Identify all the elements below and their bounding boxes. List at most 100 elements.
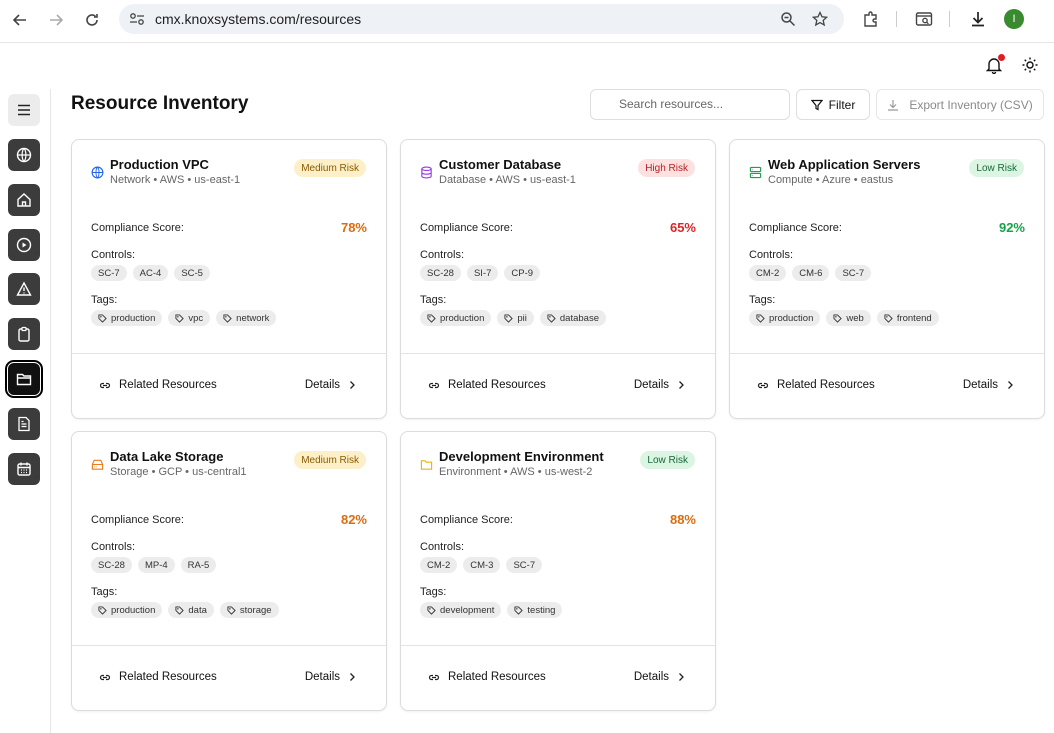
tags-list: development testing [420, 602, 563, 618]
card-divider [401, 353, 715, 354]
file-report-icon[interactable] [8, 408, 40, 440]
tag-chip: vpc [168, 310, 211, 326]
theme-toggle-sun-icon[interactable] [1021, 56, 1039, 74]
resource-subtitle: Environment • AWS • us-west-2 [439, 466, 593, 478]
compliance-score-value: 92% [998, 220, 1025, 235]
export-csv-button[interactable]: Export Inventory (CSV) [876, 89, 1044, 120]
bookmark-star-icon[interactable] [812, 11, 828, 27]
tag-label: pii [517, 312, 527, 324]
control-chip: RA-5 [180, 557, 217, 573]
search-input[interactable] [619, 97, 779, 111]
tag-chip: storage [219, 602, 279, 618]
tag-label: network [236, 312, 270, 324]
browser-toolbar: cmx.knoxsystems.com/resources I [0, 0, 1054, 43]
filter-button[interactable]: Filter [796, 89, 870, 120]
related-resources-button[interactable]: Related Resources [757, 379, 875, 391]
compliance-score-label: Compliance Score: [749, 222, 842, 234]
notification-dot [998, 54, 1005, 61]
tag-label: web [846, 312, 864, 324]
resource-card[interactable]: Web Application Servers Compute • Azure … [729, 139, 1045, 419]
forward-icon[interactable] [44, 8, 68, 32]
card-divider [72, 645, 386, 646]
tag-icon [227, 605, 236, 615]
storage-icon [91, 458, 104, 471]
tag-chip: development [420, 602, 502, 618]
link-icon [99, 671, 111, 683]
menu-icon[interactable] [8, 94, 40, 126]
details-button[interactable]: Details [963, 379, 1014, 391]
tag-chip: web [826, 310, 871, 326]
details-button[interactable]: Details [634, 671, 685, 683]
tags-label: Tags: [91, 586, 118, 598]
zoom-icon[interactable] [780, 11, 796, 27]
related-resources-button[interactable]: Related Resources [99, 379, 217, 391]
controls-list: CM-2 CM-6 SC-7 [749, 265, 872, 281]
risk-badge: Medium Risk [294, 451, 366, 469]
tag-icon [175, 605, 185, 615]
details-button[interactable]: Details [305, 379, 356, 391]
details-button[interactable]: Details [634, 379, 685, 391]
related-resources-button[interactable]: Related Resources [428, 379, 546, 391]
home-icon[interactable] [8, 184, 40, 216]
resource-card[interactable]: Production VPC Network • AWS • us-east-1… [71, 139, 387, 419]
back-icon[interactable] [8, 8, 32, 32]
resource-card[interactable]: Development Environment Environment • AW… [400, 431, 716, 711]
address-bar[interactable]: cmx.knoxsystems.com/resources [119, 4, 844, 34]
url-text[interactable]: cmx.knoxsystems.com/resources [155, 11, 361, 27]
resource-title: Customer Database [439, 157, 562, 172]
controls-list: CM-2 CM-3 SC-7 [420, 557, 543, 573]
risk-badge: Low Risk [969, 159, 1024, 177]
tags-list: production vpc network [91, 310, 277, 326]
resource-title: Production VPC [110, 157, 209, 172]
control-chip: SC-7 [835, 265, 872, 281]
resource-card[interactable]: Customer Database Database • AWS • us-ea… [400, 139, 716, 419]
related-resources-label: Related Resources [448, 671, 546, 683]
related-resources-label: Related Resources [119, 379, 217, 391]
tag-label: production [440, 312, 485, 324]
tags-list: production web frontend [749, 310, 939, 326]
controls-label: Controls: [91, 541, 136, 553]
tags-label: Tags: [420, 294, 447, 306]
chevron-right-icon [348, 672, 356, 682]
control-chip: SC-28 [91, 557, 132, 573]
search-field[interactable] [590, 89, 790, 120]
resource-card[interactable]: Data Lake Storage Storage • GCP • us-cen… [71, 431, 387, 711]
tag-label: production [111, 312, 156, 324]
server-icon [749, 166, 762, 179]
tag-icon [223, 313, 232, 323]
controls-label: Controls: [749, 249, 794, 261]
profile-avatar[interactable]: I [1004, 9, 1024, 29]
download-icon[interactable] [968, 9, 988, 29]
globe-icon [91, 166, 104, 179]
tag-label: database [559, 312, 599, 324]
play-icon[interactable] [8, 229, 40, 261]
details-button[interactable]: Details [305, 671, 356, 683]
tag-icon [427, 605, 436, 615]
reload-icon[interactable] [80, 8, 104, 32]
globe-icon[interactable] [8, 139, 40, 171]
tags-list: production pii database [420, 310, 606, 326]
tag-label: data [188, 604, 207, 616]
alert-icon[interactable] [8, 273, 40, 305]
chevron-right-icon [677, 672, 685, 682]
controls-list: SC-7 AC-4 SC-5 [91, 265, 210, 281]
related-resources-label: Related Resources [448, 379, 546, 391]
related-resources-button[interactable]: Related Resources [99, 671, 217, 683]
extensions-icon[interactable] [861, 9, 881, 29]
card-divider [730, 353, 1044, 354]
calendar-icon[interactable] [8, 453, 40, 485]
control-chip: SC-5 [174, 265, 210, 281]
tag-chip: data [168, 602, 214, 618]
tags-label: Tags: [749, 294, 776, 306]
risk-badge: Medium Risk [294, 159, 366, 177]
clipboard-icon[interactable] [8, 318, 40, 350]
folder-icon[interactable] [5, 360, 43, 398]
tab-search-icon[interactable] [914, 9, 934, 29]
control-chip: SC-7 [506, 557, 543, 573]
site-settings-icon[interactable] [129, 12, 145, 26]
control-chip: SI-7 [466, 265, 499, 281]
tag-chip: production [91, 310, 163, 326]
related-resources-button[interactable]: Related Resources [428, 671, 546, 683]
tag-label: vpc [188, 312, 204, 324]
tag-icon [547, 313, 556, 323]
